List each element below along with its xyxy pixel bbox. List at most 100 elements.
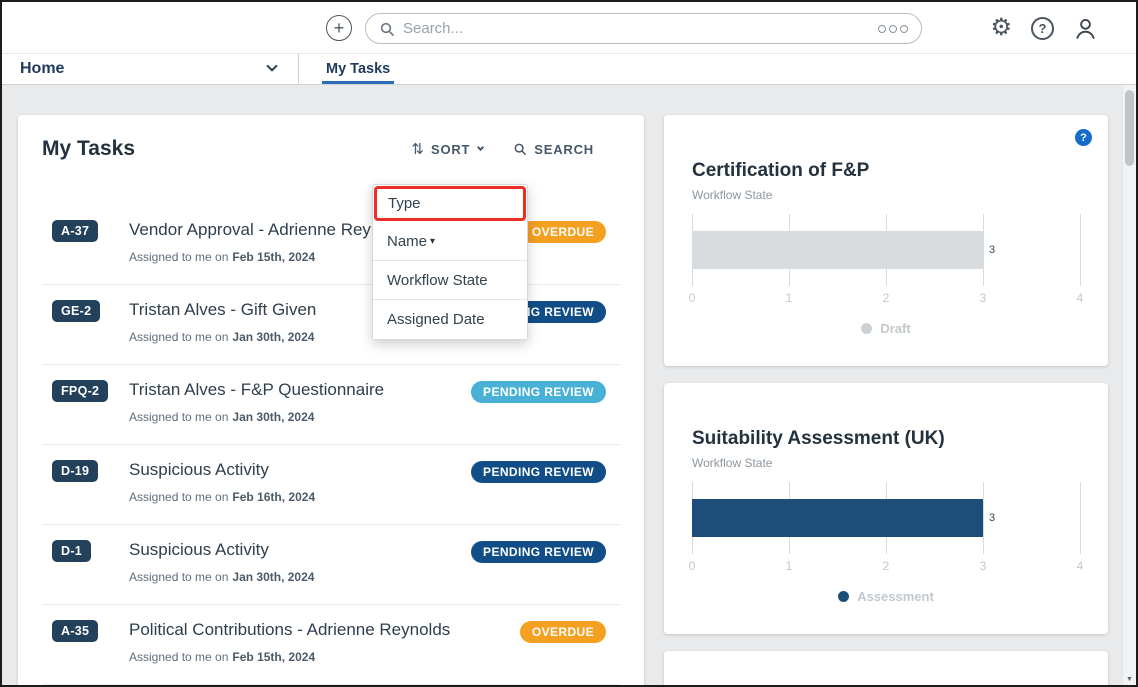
task-row[interactable]: A-35 Political Contributions - Adrienne … (42, 605, 620, 685)
task-title[interactable]: Tristan Alves - F&P Questionnaire (129, 380, 471, 400)
task-id-badge: A-37 (52, 220, 98, 242)
plus-icon: + (334, 18, 345, 38)
sort-dropdown-menu: Type Name▾ Workflow State Assigned Date (372, 184, 528, 340)
status-badge: OVERDUE (520, 221, 606, 243)
user-profile-icon[interactable] (1073, 16, 1098, 41)
axis-tick: 1 (786, 559, 793, 573)
task-row[interactable]: GE-2 Tristan Alves - Gift Given Assigned… (42, 285, 620, 365)
bar-chart: 3 (692, 214, 1080, 286)
status-badge: PENDING REVIEW (471, 461, 606, 483)
legend-dot-icon (861, 323, 872, 334)
status-badge: PENDING REVIEW (471, 541, 606, 563)
legend-dot-icon (838, 591, 849, 602)
task-assigned: Assigned to me onFeb 16th, 2024 (129, 490, 471, 504)
sort-menu-item-workflow-state[interactable]: Workflow State (373, 261, 527, 300)
search-icon (379, 21, 395, 37)
assigned-date: Feb 15th, 2024 (232, 650, 315, 664)
partially-visible-card (664, 651, 1108, 685)
help-icon[interactable]: ? (1031, 17, 1054, 40)
create-button[interactable]: + (326, 15, 352, 41)
sort-menu-item-assigned-date[interactable]: Assigned Date (373, 300, 527, 339)
status-badge: OVERDUE (520, 621, 606, 643)
settings-gear-icon[interactable]: ⚙ (990, 15, 1012, 41)
x-axis: 0 1 2 3 4 (692, 291, 1080, 306)
sort-label: SORT (431, 142, 470, 157)
search-input[interactable] (403, 20, 878, 37)
task-title[interactable]: Suspicious Activity (129, 460, 471, 480)
assigned-date: Feb 16th, 2024 (232, 490, 315, 504)
task-row[interactable]: D-1 Suspicious Activity Assigned to me o… (42, 525, 620, 605)
bar-value-label: 3 (989, 244, 995, 256)
task-assigned: Assigned to me onFeb 15th, 2024 (129, 650, 520, 664)
vertical-scrollbar[interactable]: ▼ (1122, 85, 1136, 685)
scroll-down-arrow-icon[interactable]: ▼ (1123, 676, 1136, 683)
axis-tick: 4 (1077, 559, 1084, 573)
task-row[interactable]: D-19 Suspicious Activity Assigned to me … (42, 445, 620, 525)
sort-button[interactable]: ⇅ SORT (411, 140, 483, 158)
legend-label: Draft (880, 321, 910, 336)
main-content: My Tasks ⇅ SORT SEARCH A-37 Vendor Appro… (2, 85, 1136, 685)
assigned-date: Jan 30th, 2024 (232, 330, 314, 344)
search-label: SEARCH (534, 142, 594, 157)
assigned-date: Feb 15th, 2024 (232, 250, 315, 264)
chevron-down-icon (477, 144, 484, 151)
menu-item-label: Type (388, 195, 421, 212)
axis-tick: 0 (689, 291, 696, 305)
tab-label: My Tasks (326, 61, 390, 77)
chart-title: Certification of F&P (692, 160, 1080, 182)
bar-chart: 3 (692, 482, 1080, 554)
chart-subtitle: Workflow State (692, 456, 1080, 470)
legend-label: Assessment (857, 589, 934, 604)
task-id-badge: D-19 (52, 460, 98, 482)
topbar: + ⚙ ? (2, 2, 1136, 54)
chart-card-certification-fp: ? Certification of F&P Workflow State 3 … (664, 115, 1108, 366)
home-label: Home (20, 60, 64, 78)
chart-legend: Draft (692, 321, 1080, 336)
search-icon (513, 142, 527, 156)
task-row[interactable]: FPQ-2 Tristan Alves - F&P Questionnaire … (42, 365, 620, 445)
menu-item-label: Workflow State (387, 272, 488, 289)
search-button[interactable]: SEARCH (513, 142, 594, 157)
sort-menu-item-name[interactable]: Name▾ (373, 222, 527, 261)
navbar: Home My Tasks (2, 54, 1136, 85)
task-assigned: Assigned to me onJan 30th, 2024 (129, 570, 471, 584)
chart-title: Suitability Assessment (UK) (692, 428, 1080, 450)
home-dropdown[interactable]: Home (2, 54, 299, 84)
task-id-badge: GE-2 (52, 300, 100, 322)
topbar-icons: ⚙ ? (990, 14, 1098, 42)
assigned-date: Jan 30th, 2024 (232, 410, 314, 424)
scrollbar-thumb[interactable] (1125, 90, 1134, 166)
assigned-date: Jan 30th, 2024 (232, 570, 314, 584)
search-options-icon[interactable] (878, 25, 908, 33)
axis-tick: 2 (883, 559, 890, 573)
task-id-badge: FPQ-2 (52, 380, 108, 402)
task-list: A-37 Vendor Approval - Adrienne Reynolds… (42, 205, 620, 685)
menu-item-label: Name (387, 233, 427, 250)
x-axis: 0 1 2 3 4 (692, 559, 1080, 574)
status-badge: PENDING REVIEW (471, 381, 606, 403)
chart-legend: Assessment (692, 589, 1080, 604)
card-help-icon[interactable]: ? (1075, 129, 1092, 146)
sort-menu-item-type[interactable]: Type (374, 186, 526, 221)
tab-my-tasks[interactable]: My Tasks (324, 54, 392, 84)
task-assigned: Assigned to me onJan 30th, 2024 (129, 410, 471, 424)
task-title[interactable]: Political Contributions - Adrienne Reyno… (129, 620, 520, 640)
caret-down-icon: ▾ (430, 236, 435, 247)
global-search-bar[interactable] (365, 13, 922, 44)
task-row[interactable]: A-37 Vendor Approval - Adrienne Reynolds… (42, 205, 620, 285)
task-title[interactable]: Suspicious Activity (129, 540, 471, 560)
dashboard-column: ? Certification of F&P Workflow State 3 … (664, 115, 1108, 685)
sort-icon: ⇅ (411, 140, 424, 158)
chart-subtitle: Workflow State (692, 188, 1080, 202)
chevron-down-icon (266, 60, 277, 71)
axis-tick: 4 (1077, 291, 1084, 305)
chart-bar[interactable] (692, 231, 983, 269)
my-tasks-panel: My Tasks ⇅ SORT SEARCH A-37 Vendor Appro… (18, 115, 644, 685)
task-id-badge: A-35 (52, 620, 98, 642)
axis-tick: 2 (883, 291, 890, 305)
axis-tick: 3 (980, 559, 987, 573)
axis-tick: 1 (786, 291, 793, 305)
list-controls: ⇅ SORT SEARCH (411, 140, 594, 158)
chart-card-suitability-assessment: Suitability Assessment (UK) Workflow Sta… (664, 383, 1108, 634)
chart-bar[interactable] (692, 499, 983, 537)
